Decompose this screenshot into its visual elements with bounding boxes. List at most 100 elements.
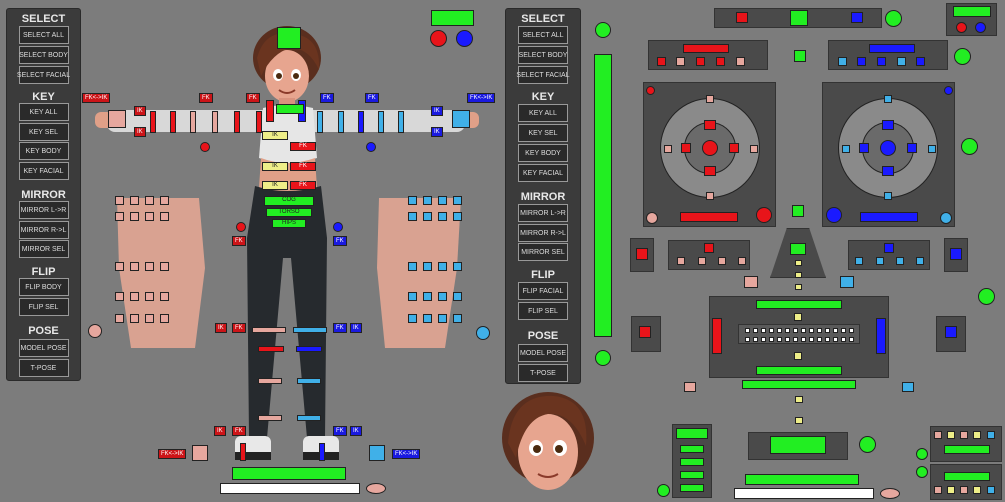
brow-ctrl-right[interactable] (851, 12, 863, 23)
finger-ctrl[interactable] (115, 314, 124, 323)
spine-ik-1[interactable]: IK (262, 131, 288, 140)
tongue-ctrl-5[interactable] (680, 484, 704, 492)
eyelid-ctrl-l4[interactable] (750, 145, 758, 153)
foot-ik-ctrl-right[interactable] (369, 445, 385, 461)
lower-lip-bar[interactable] (756, 366, 842, 375)
extra-toggle-2[interactable] (916, 466, 928, 478)
teeth-ctrl[interactable] (785, 337, 790, 342)
global-ctrl-circle[interactable] (366, 483, 386, 494)
tongue-ctrl-2[interactable] (680, 445, 704, 453)
mirror-r-to-l-button[interactable]: MIRROR R->L (18, 221, 69, 239)
fk-tag-leg-right[interactable]: FK (333, 323, 347, 333)
extra-ctrl-10[interactable] (987, 486, 995, 494)
teeth-ctrl[interactable] (833, 328, 838, 333)
teeth-ctrl[interactable] (769, 328, 774, 333)
finger-ctrl[interactable] (438, 314, 447, 323)
eyelid-ctrl-r3[interactable] (842, 145, 850, 153)
mirror-l-to-r-button[interactable]: MIRROR L->R (18, 201, 69, 219)
nose-ctrl-top[interactable] (792, 205, 804, 217)
cheek-ctrl-r3[interactable] (896, 257, 904, 265)
extra-ctrl-6[interactable] (934, 486, 942, 494)
visibility-toggle-bar[interactable] (431, 10, 474, 26)
right-side-toggle[interactable] (456, 30, 473, 47)
spine-fk-3[interactable]: FK (290, 181, 316, 190)
teeth-ctrl[interactable] (785, 328, 790, 333)
eyelid-upper-right[interactable] (882, 120, 894, 130)
teeth-ctrl[interactable] (809, 328, 814, 333)
extra-ctrl-3[interactable] (960, 431, 968, 439)
knee-ctrl-left[interactable] (258, 346, 284, 352)
finger-ctrl[interactable] (453, 196, 462, 205)
eyebrow-ctrl-r3[interactable] (877, 57, 886, 66)
eyebrow-ctrl-r1[interactable] (838, 57, 847, 66)
finger-ctrl[interactable] (438, 196, 447, 205)
key-all-button[interactable]: KEY ALL (518, 104, 568, 122)
teeth-ctrl[interactable] (745, 328, 750, 333)
key-sel-button[interactable]: KEY SEL (518, 124, 568, 142)
facial-right-toggle[interactable] (975, 22, 986, 33)
mirror-r-to-l-button[interactable]: MIRROR R->L (518, 224, 568, 242)
finger-ctrl[interactable] (115, 212, 124, 221)
hips-ctrl[interactable]: HIPS (272, 219, 306, 228)
elbow-pole-right[interactable] (333, 222, 343, 232)
clavicle-ik-right[interactable] (366, 142, 376, 152)
fk-tag-shoulder-left[interactable]: FK (246, 93, 260, 103)
finger-ctrl[interactable] (453, 212, 462, 221)
facial-visibility-bar[interactable] (953, 6, 991, 17)
lip-ctrl-top[interactable] (794, 313, 802, 321)
nostril-ctrl-2[interactable] (795, 272, 802, 278)
nostril-ctrl-1[interactable] (795, 260, 802, 266)
select-all-button[interactable]: SELECT ALL (518, 26, 568, 44)
mouth-toggle-right[interactable] (978, 288, 995, 305)
brow-ctrl-center[interactable] (790, 10, 808, 26)
jaw-side-ctrl-left[interactable] (636, 248, 648, 260)
key-facial-button[interactable]: KEY FACIAL (18, 162, 69, 180)
finger-ctrl[interactable] (115, 262, 124, 271)
select-body-button[interactable]: SELECT BODY (518, 46, 568, 64)
shin-ctrl-left[interactable] (258, 378, 282, 384)
cheek-lower-ctrl-left[interactable] (744, 276, 758, 288)
world-root-ctrl[interactable] (232, 467, 346, 480)
eye-bar-right[interactable] (860, 212, 918, 222)
model-pose-button[interactable]: MODEL POSE (518, 344, 568, 362)
arm-fk-ctrl-r4[interactable] (378, 111, 384, 133)
teeth-ctrl[interactable] (809, 337, 814, 342)
tongue-toggle[interactable] (657, 484, 670, 497)
eyelid-ctrl-l2[interactable] (706, 192, 714, 200)
foot-ik-ctrl-left[interactable] (192, 445, 208, 461)
finger-ctrl[interactable] (453, 262, 462, 271)
mouth-corner-left[interactable] (712, 318, 722, 354)
eye-scale-left[interactable] (756, 207, 772, 223)
eyebrow-bar-left[interactable] (683, 44, 729, 53)
eyebrow-ctrl-r4[interactable] (897, 57, 906, 66)
extra-ctrl-8[interactable] (960, 486, 968, 494)
tongue-ctrl-3[interactable] (680, 458, 704, 466)
flip-sel-button[interactable]: FLIP SEL (518, 302, 568, 320)
extra-ctrl-7[interactable] (947, 486, 955, 494)
eye-scale-right[interactable] (826, 207, 842, 223)
key-facial-button[interactable]: KEY FACIAL (518, 164, 568, 182)
fk-tag-shoulder-right[interactable]: FK (320, 93, 334, 103)
key-sel-button[interactable]: KEY SEL (18, 123, 69, 141)
cheek-ctrl-l1[interactable] (677, 257, 685, 265)
global-ctrl-bar[interactable] (220, 483, 360, 494)
knee-ctrl-right[interactable] (296, 346, 322, 352)
finger-ctrl[interactable] (130, 262, 139, 271)
teeth-ctrl[interactable] (825, 337, 830, 342)
extra-bar-1[interactable] (944, 445, 990, 454)
eye-corner-outer-right[interactable] (907, 143, 917, 153)
teeth-ctrl[interactable] (841, 328, 846, 333)
cheek-ctrl-l3[interactable] (718, 257, 726, 265)
teeth-ctrl[interactable] (793, 328, 798, 333)
finger-ctrl[interactable] (145, 314, 154, 323)
select-facial-button[interactable]: SELECT FACIAL (516, 66, 570, 84)
tongue-ctrl-1[interactable] (676, 428, 708, 439)
ik-tag-arm-right-2[interactable]: IK (431, 127, 443, 137)
brow-toggle-top[interactable] (595, 22, 611, 38)
fk-tag-foot-left[interactable]: FK (232, 426, 246, 436)
finger-ctrl[interactable] (423, 196, 432, 205)
fk-ik-switch-arm-right[interactable]: FK<->IK (467, 93, 496, 103)
teeth-ctrl[interactable] (793, 337, 798, 342)
fk-tag-leg-left[interactable]: FK (232, 323, 246, 333)
ik-tag-foot-right[interactable]: IK (350, 426, 362, 436)
